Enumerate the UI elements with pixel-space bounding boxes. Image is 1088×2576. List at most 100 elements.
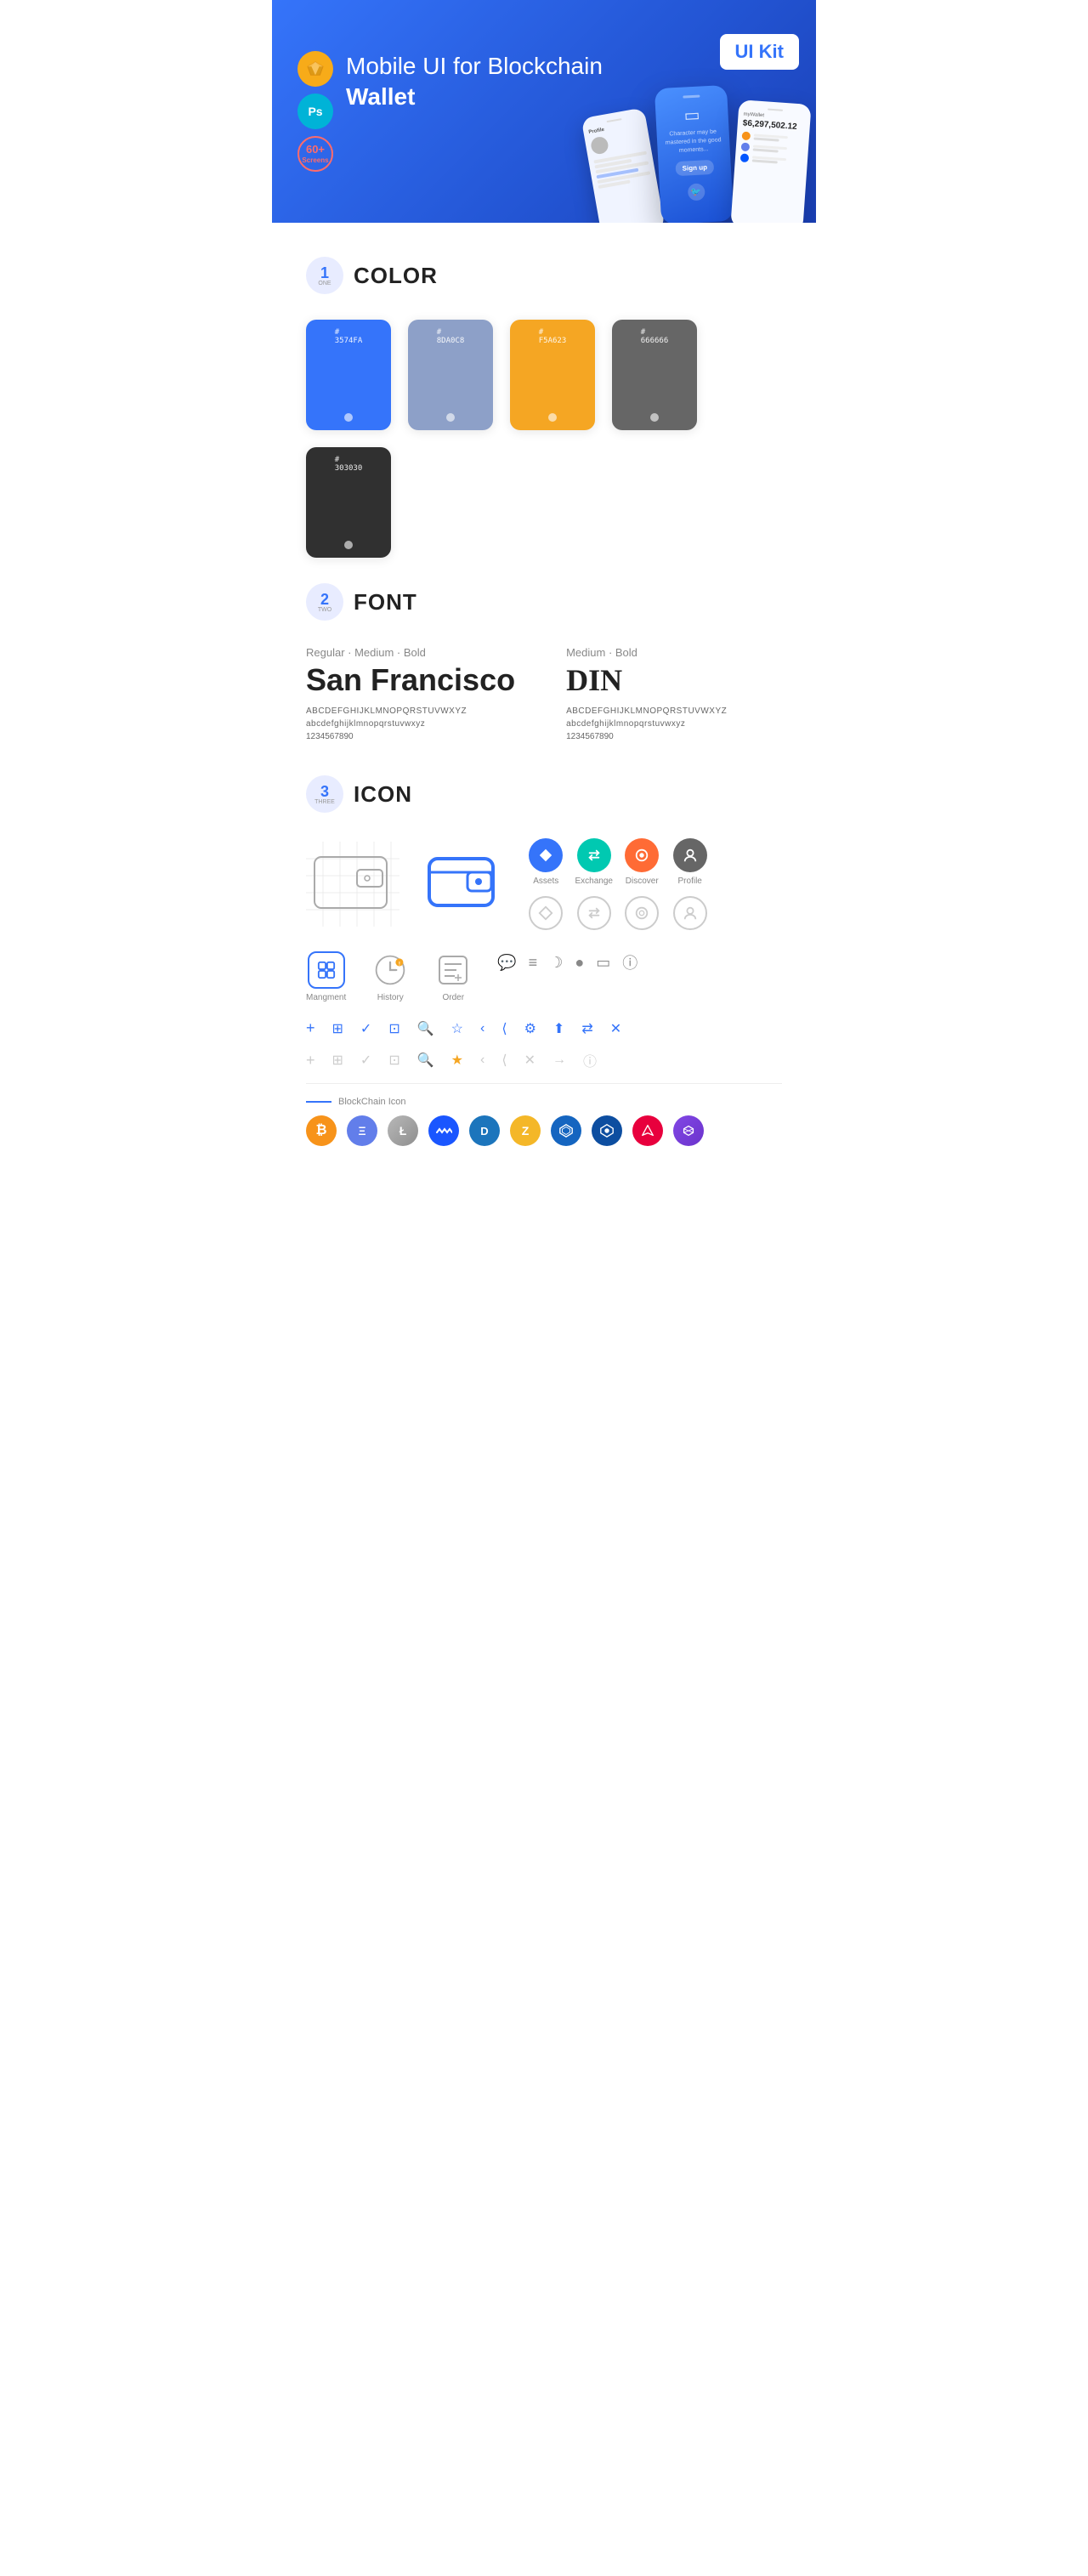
phone-middle: ▭ Character may be mastered in the good …: [654, 85, 734, 223]
bitcoin-icon: ₿: [306, 1115, 337, 1146]
swatch-grayblue: #8DA0C8: [408, 320, 493, 430]
misc-icons-row: 💬 ≡ ☽ ● ▭ ⓘ: [497, 951, 638, 973]
screens-badge: 60+ Screens: [298, 136, 333, 172]
discover-icon-item: Discover: [623, 838, 660, 886]
star-icon: ☆: [451, 1020, 463, 1037]
matic-icon: [673, 1115, 704, 1146]
ui-kit-badge: UI Kit: [720, 34, 799, 70]
icon-main-row: Assets Exchange Discover Profile: [306, 838, 782, 930]
qr-icon-gray: ⊡: [388, 1052, 400, 1069]
swatch-blue: #3574FA: [306, 320, 391, 430]
exchange-icon-item: Exchange: [575, 838, 612, 886]
blockchain-line: [306, 1101, 332, 1103]
forward-icon-gray: →: [552, 1053, 566, 1068]
swatch-dark: #303030: [306, 447, 391, 558]
close-icon: ✕: [610, 1020, 621, 1037]
management-nav-icon: Mangment: [306, 951, 346, 1002]
swap-icon: ⇄: [581, 1020, 592, 1037]
chat-icon: 💬: [497, 954, 516, 972]
font-section-title: FONT: [354, 589, 417, 616]
color-swatches-container: #3574FA #8DA0C8 #F5A623 #666666 #303030: [306, 320, 782, 558]
crypto-icons-row: ₿ Ξ Ł D Z: [306, 1115, 782, 1146]
exchange-icon-outline: [575, 896, 612, 930]
circle-icon: ●: [575, 954, 584, 972]
swatch-orange: #F5A623: [510, 320, 595, 430]
info-icon: ⓘ: [622, 951, 638, 973]
layers-icon: ≡: [529, 954, 538, 972]
assets-icon-outline: [527, 896, 564, 930]
ps-badge: Ps: [298, 94, 333, 129]
order-icon: [434, 951, 472, 989]
check-icon: ✓: [360, 1020, 371, 1037]
discover-icon-outline: [623, 896, 660, 930]
edit-icon-gray: ⊞: [332, 1052, 343, 1069]
icon-section-title: ICON: [354, 781, 412, 808]
sketch-badge: [298, 51, 333, 87]
plus-icon: +: [306, 1019, 315, 1037]
swatch-gray: #666666: [612, 320, 697, 430]
phone-right: myWallet $6,297,502.12: [730, 99, 811, 223]
assets-icon: [529, 838, 563, 872]
nav-icons-colored: Assets Exchange Discover Profile: [527, 838, 709, 930]
share-icon-gray: ⟨: [502, 1052, 507, 1069]
ethereum-icon: Ξ: [347, 1115, 377, 1146]
order-nav-icon: Order: [434, 951, 472, 1002]
grid-icon: [551, 1115, 581, 1146]
font-din: Medium · Bold DIN ABCDEFGHIJKLMNOPQRSTUV…: [566, 646, 727, 741]
phone-left: Profile: [581, 107, 666, 223]
search-icon-gray: 🔍: [417, 1052, 434, 1069]
section-number-2: 2 TWO: [306, 583, 343, 621]
divider: [306, 1083, 782, 1084]
hero-title: Mobile UI for Blockchain Wallet: [346, 51, 618, 113]
search-icon: 🔍: [417, 1020, 434, 1037]
back-icon: ‹: [480, 1021, 484, 1036]
discover-icon: [625, 838, 659, 872]
history-nav-icon: ! History: [371, 951, 409, 1002]
litecoin-icon: Ł: [388, 1115, 418, 1146]
color-section-title: COLOR: [354, 263, 438, 289]
color-section: 1 ONE COLOR #3574FA #8DA0C8 #F5A623 #666…: [272, 223, 816, 575]
ark-icon: [632, 1115, 663, 1146]
discover-outline-icon: [625, 896, 659, 930]
exchange-icon: [577, 838, 611, 872]
dash-icon: D: [469, 1115, 500, 1146]
tool-icons-gray: + ⊞ ✓ ⊡ 🔍 ★ ‹ ⟨ ✕ → ⓘ: [306, 1050, 782, 1070]
plus-icon-gray: +: [306, 1052, 315, 1070]
wallet-wireframe: [306, 842, 400, 927]
font-grid: Regular · Medium · Bold San Francisco AB…: [306, 646, 782, 741]
hero-section: UI Kit Ps 60+ Screens Mob: [272, 0, 816, 223]
assets-icon-item: Assets: [527, 838, 564, 886]
message-icon: ▭: [596, 954, 610, 972]
section-number-3: 3 THREE: [306, 775, 343, 813]
icon-section: 3 THREE ICON: [272, 767, 816, 1172]
exchange-outline-icon: [577, 896, 611, 930]
profile-icon-item: Profile: [671, 838, 708, 886]
font-san-francisco: Regular · Medium · Bold San Francisco AB…: [306, 646, 515, 741]
bottom-nav-row: Mangment ! History: [306, 951, 782, 1002]
profile-icon: [673, 838, 707, 872]
settings-icon: ⚙: [524, 1020, 536, 1037]
qr-icon: ⊡: [388, 1020, 400, 1037]
profile-icon-outline: [671, 896, 708, 930]
font-section: 2 TWO FONT Regular · Medium · Bold San F…: [272, 575, 816, 767]
star-icon-yellow: ★: [451, 1052, 463, 1069]
check-icon-gray: ✓: [360, 1052, 371, 1069]
management-icon: [308, 951, 345, 989]
blockchain-icon-label: BlockChain Icon: [306, 1097, 782, 1107]
moon-icon: ☽: [549, 954, 563, 972]
back-icon-gray: ‹: [480, 1053, 484, 1068]
assets-outline-icon: [529, 896, 563, 930]
tool-icons-colored: + ⊞ ✓ ⊡ 🔍 ☆ ‹ ⟨ ⚙ ⬆ ⇄ ✕: [306, 1019, 782, 1037]
upload-icon: ⬆: [553, 1020, 564, 1037]
edit-icon: ⊞: [332, 1020, 343, 1037]
close-icon-gray: ✕: [524, 1052, 536, 1069]
svg-text:!: !: [399, 962, 400, 967]
share-icon: ⟨: [502, 1020, 507, 1037]
zcash-icon: Z: [510, 1115, 541, 1146]
section-number-1: 1 ONE: [306, 257, 343, 294]
history-icon: !: [371, 951, 409, 989]
info-icon-gray: ⓘ: [583, 1050, 597, 1070]
profile-outline-icon: [673, 896, 707, 930]
waves-icon: [428, 1115, 459, 1146]
wallet-icon-colored: [425, 848, 502, 921]
